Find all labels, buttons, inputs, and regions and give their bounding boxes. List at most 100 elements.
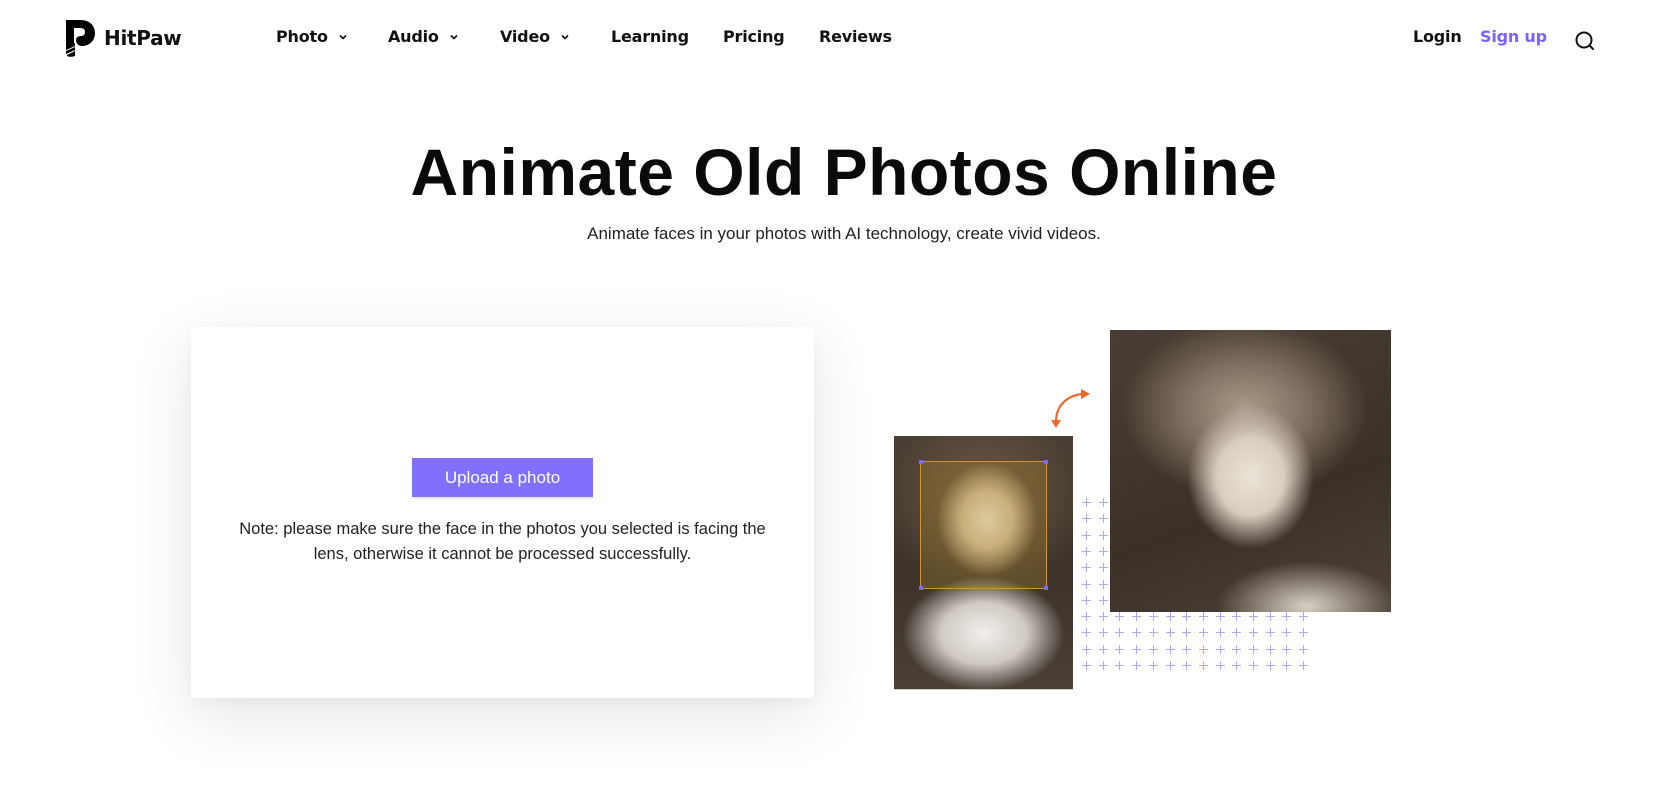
plus-mark — [1282, 644, 1292, 654]
plus-mark — [1249, 661, 1258, 670]
before-photo — [894, 436, 1073, 689]
plus-mark — [1098, 612, 1108, 622]
nav-item-learning[interactable]: Learning — [611, 27, 689, 46]
plus-mark — [1215, 644, 1225, 654]
plus-mark — [1198, 644, 1208, 654]
face-detection-box — [919, 460, 1048, 590]
nav-item-label: Reviews — [819, 27, 892, 46]
plus-mark — [1098, 498, 1108, 507]
plus-mark — [1232, 628, 1242, 638]
plus-mark — [1098, 628, 1108, 638]
plus-mark — [1215, 628, 1225, 638]
nav-item-label: Learning — [611, 27, 689, 46]
plus-mark — [1215, 661, 1225, 670]
plus-mark — [1232, 661, 1242, 670]
plus-mark — [1132, 612, 1142, 622]
plus-mark — [1115, 628, 1125, 638]
upload-card: Upload a photo Note: please make sure th… — [191, 327, 814, 698]
plus-mark — [1082, 595, 1091, 605]
after-photo — [1110, 330, 1391, 612]
search-button[interactable] — [1574, 30, 1596, 52]
plus-mark — [1098, 661, 1108, 670]
plus-mark — [1299, 628, 1309, 638]
signup-link[interactable]: Sign up — [1480, 27, 1547, 46]
page-title: Animate Old Photos Online — [410, 135, 1278, 209]
plus-mark — [1098, 514, 1108, 524]
plus-mark — [1282, 612, 1292, 622]
face-box-corner — [919, 586, 923, 590]
plus-mark — [1082, 498, 1091, 507]
plus-mark — [1165, 644, 1175, 654]
plus-mark — [1249, 612, 1258, 622]
plus-mark — [1265, 644, 1275, 654]
plus-mark — [1198, 612, 1208, 622]
plus-mark — [1132, 628, 1142, 638]
swap-arrow-icon — [1051, 389, 1090, 428]
face-box-corner — [1044, 460, 1048, 464]
face-box-corner — [919, 460, 923, 464]
nav-item-label: Video — [500, 27, 550, 46]
plus-mark — [1115, 612, 1125, 622]
plus-mark — [1249, 628, 1258, 638]
plus-mark — [1082, 612, 1091, 622]
site-header: HitPaw Photo Audio Video Learning Pricin… — [0, 0, 1680, 80]
plus-mark — [1182, 644, 1192, 654]
plus-mark — [1265, 661, 1275, 670]
plus-mark — [1132, 644, 1142, 654]
plus-mark — [1182, 612, 1192, 622]
brand-name: HitPaw — [104, 26, 182, 50]
nav-item-photo[interactable]: Photo — [276, 27, 348, 46]
plus-mark — [1165, 628, 1175, 638]
plus-mark — [1265, 612, 1275, 622]
nav-item-reviews[interactable]: Reviews — [819, 27, 892, 46]
plus-mark — [1249, 644, 1258, 654]
nav-item-audio[interactable]: Audio — [388, 27, 459, 46]
plus-mark — [1098, 644, 1108, 654]
plus-mark — [1165, 661, 1175, 670]
nav-item-label: Photo — [276, 27, 328, 46]
plus-mark — [1282, 628, 1292, 638]
hitpaw-logo-icon — [66, 20, 95, 57]
plus-mark — [1132, 661, 1142, 670]
plus-mark — [1299, 612, 1309, 622]
nav-item-video[interactable]: Video — [500, 27, 570, 46]
plus-mark — [1098, 563, 1108, 573]
plus-mark — [1299, 644, 1309, 654]
plus-mark — [1148, 628, 1158, 638]
plus-mark — [1082, 579, 1091, 589]
plus-mark — [1082, 563, 1091, 573]
chevron-down-icon — [339, 34, 347, 40]
plus-mark — [1182, 661, 1192, 670]
plus-mark — [1282, 661, 1292, 670]
plus-mark — [1082, 661, 1091, 670]
plus-mark — [1182, 628, 1192, 638]
plus-mark — [1198, 628, 1208, 638]
chevron-down-icon — [561, 34, 569, 40]
plus-mark — [1098, 579, 1108, 589]
nav-item-label: Audio — [388, 27, 439, 46]
login-link[interactable]: Login — [1413, 27, 1462, 46]
plus-mark — [1148, 612, 1158, 622]
search-icon — [1575, 31, 1594, 50]
plus-mark — [1082, 546, 1091, 556]
plus-mark — [1098, 595, 1108, 605]
logo-link[interactable]: HitPaw — [64, 18, 182, 58]
plus-mark — [1098, 546, 1108, 556]
plus-mark — [1115, 644, 1125, 654]
plus-mark — [1232, 644, 1242, 654]
plus-mark — [1082, 644, 1091, 654]
plus-mark — [1082, 530, 1091, 540]
nav-item-pricing[interactable]: Pricing — [723, 27, 785, 46]
page-subtitle: Animate faces in your photos with AI tec… — [587, 224, 1101, 243]
plus-mark — [1148, 661, 1158, 670]
plus-mark — [1082, 628, 1091, 638]
chevron-down-icon — [450, 34, 458, 40]
upload-photo-button[interactable]: Upload a photo — [412, 458, 593, 497]
nav-item-label: Pricing — [723, 27, 785, 46]
plus-mark — [1215, 612, 1225, 622]
plus-mark — [1165, 612, 1175, 622]
plus-mark — [1232, 612, 1242, 622]
upload-note: Note: please make sure the face in the p… — [239, 520, 766, 563]
plus-mark — [1198, 661, 1208, 670]
plus-mark — [1299, 661, 1309, 670]
